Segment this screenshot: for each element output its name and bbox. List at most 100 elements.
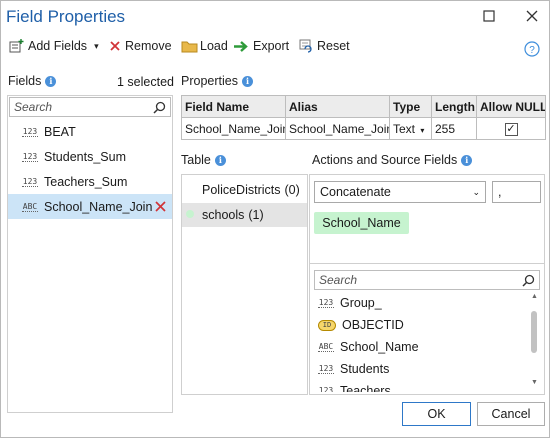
load-button[interactable]: Load — [181, 39, 228, 53]
scroll-down-icon[interactable]: ▼ — [531, 379, 538, 386]
add-fields-label: Add Fields — [28, 39, 88, 53]
selected-count: 1 selected — [117, 75, 174, 89]
field-properties-dialog: Field Properties Add Fields ▾ Remove Loa… — [0, 0, 550, 438]
properties-label: Properties — [181, 74, 238, 88]
actions-label: Actions and Source Fields — [312, 153, 458, 167]
header-length: Length — [431, 95, 477, 118]
field-item-beat[interactable]: 123 BEAT — [8, 119, 172, 144]
source-field-students[interactable]: 123 Students — [314, 358, 526, 380]
numeric-field-icon: 123 — [22, 176, 38, 187]
close-button[interactable] — [523, 7, 541, 25]
allow-null-checkbox[interactable]: ✓ — [504, 123, 518, 136]
properties-header-row: Field Name Alias Type Length Allow NULL — [181, 95, 546, 118]
source-field-group[interactable]: 123 Group_ — [314, 292, 526, 314]
objectid-field-icon: ID — [318, 319, 336, 331]
field-item-students-sum[interactable]: 123 Students_Sum — [8, 144, 172, 169]
reset-button[interactable]: Reset — [299, 39, 350, 53]
delimiter-value: , — [498, 185, 502, 199]
help-button[interactable]: ? — [524, 41, 540, 60]
allow-null-cell: ✓ — [476, 117, 546, 140]
search-placeholder: Search — [319, 273, 358, 287]
fields-list-panel: Search 123 BEAT 123 Students_Sum 123 Tea… — [7, 95, 173, 413]
chevron-down-icon[interactable]: ▾ — [94, 41, 99, 52]
header-field-name: Field Name — [181, 95, 286, 118]
add-fields-button[interactable]: Add Fields ▾ — [9, 39, 99, 53]
field-name: School_Name_Join — [44, 199, 153, 214]
search-placeholder: Search — [14, 100, 53, 114]
divider — [310, 263, 544, 264]
info-icon[interactable]: i — [45, 75, 57, 87]
search-icon — [522, 274, 535, 287]
type-value: Text — [393, 121, 416, 136]
field-item-teachers-sum[interactable]: 123 Teachers_Sum — [8, 169, 172, 194]
action-dropdown[interactable]: Concatenate ⌄ — [314, 181, 486, 203]
numeric-field-icon: 123 — [22, 126, 38, 137]
reset-icon — [299, 39, 312, 53]
table-count: (0) — [284, 183, 300, 197]
table-count: (1) — [248, 208, 264, 222]
export-button[interactable]: Export — [233, 39, 289, 53]
field-name: OBJECTID — [342, 318, 404, 332]
table-name: PoliceDistricts — [202, 183, 281, 197]
field-name: BEAT — [44, 124, 76, 139]
source-list-scrollbar[interactable]: ▲ ▼ — [529, 293, 539, 389]
text-field-icon: ABC — [22, 201, 38, 212]
table-name: schools — [202, 208, 245, 222]
field-name: Students_Sum — [44, 149, 126, 164]
fields-search-input[interactable]: Search — [9, 97, 171, 117]
info-icon[interactable]: i — [461, 154, 473, 166]
add-fields-icon — [9, 39, 24, 53]
header-type: Type — [389, 95, 432, 118]
numeric-field-icon: 123 — [318, 386, 334, 392]
scrollbar-thumb[interactable] — [531, 311, 537, 353]
header-allow-null: Allow NULL — [476, 95, 546, 118]
source-field-chip[interactable]: School_Name — [314, 212, 409, 234]
search-icon — [153, 101, 166, 114]
dialog-title: Field Properties — [6, 7, 126, 26]
remove-field-icon[interactable] — [155, 201, 166, 212]
length-cell[interactable]: 255 — [431, 117, 477, 140]
field-name: Teachers — [340, 384, 391, 392]
properties-section-label: Properties i — [181, 74, 253, 88]
field-name: School_Name — [340, 340, 419, 354]
table-item-schools[interactable]: schools (1) — [182, 203, 307, 227]
fields-section-label: Fields i — [8, 74, 57, 88]
delimiter-input[interactable]: , — [492, 181, 541, 203]
scroll-up-icon[interactable]: ▲ — [531, 293, 538, 300]
field-name: Students — [340, 362, 390, 376]
maximize-icon — [483, 10, 495, 22]
field-name-cell[interactable]: School_Name_Join — [181, 117, 286, 140]
remove-button[interactable]: Remove — [109, 39, 172, 53]
alias-cell[interactable]: School_Name_Join — [285, 117, 390, 140]
source-field-school-name[interactable]: ABC School_Name — [314, 336, 526, 358]
remove-x-icon — [110, 41, 120, 51]
maximize-button[interactable] — [480, 7, 498, 25]
info-icon[interactable]: i — [214, 154, 226, 166]
field-name: Teachers_Sum — [44, 174, 128, 189]
header-alias: Alias — [285, 95, 390, 118]
ok-button[interactable]: OK — [402, 402, 471, 426]
close-icon — [526, 10, 538, 22]
info-icon[interactable]: i — [241, 75, 253, 87]
table-list-panel: PoliceDistricts (0) schools (1) — [181, 174, 308, 395]
cancel-button[interactable]: Cancel — [477, 402, 545, 426]
text-field-icon: ABC — [318, 342, 334, 352]
numeric-field-icon: 123 — [22, 151, 38, 162]
reset-label: Reset — [317, 39, 350, 53]
source-search-input[interactable]: Search — [314, 270, 540, 290]
type-cell[interactable]: Text ▾ — [389, 117, 432, 140]
properties-row: School_Name_Join School_Name_Join Text ▾… — [181, 117, 546, 140]
table-section-label: Table i — [181, 153, 226, 167]
load-label: Load — [200, 39, 228, 53]
source-field-objectid[interactable]: ID OBJECTID — [314, 314, 526, 336]
table-item-policedistricts[interactable]: PoliceDistricts (0) — [182, 177, 307, 203]
chevron-down-icon: ▾ — [420, 125, 425, 135]
export-arrow-icon — [234, 40, 248, 52]
source-field-teachers[interactable]: 123 Teachers — [314, 380, 526, 392]
folder-icon — [181, 41, 198, 52]
source-fields-list: 123 Group_ ID OBJECTID ABC School_Name 1… — [314, 292, 526, 392]
svg-text:?: ? — [529, 45, 535, 56]
field-item-school-name-join[interactable]: ABC School_Name_Join — [8, 194, 172, 219]
chevron-down-icon: ⌄ — [472, 186, 480, 197]
actions-panel: Concatenate ⌄ , School_Name Search 123 G… — [309, 174, 545, 395]
